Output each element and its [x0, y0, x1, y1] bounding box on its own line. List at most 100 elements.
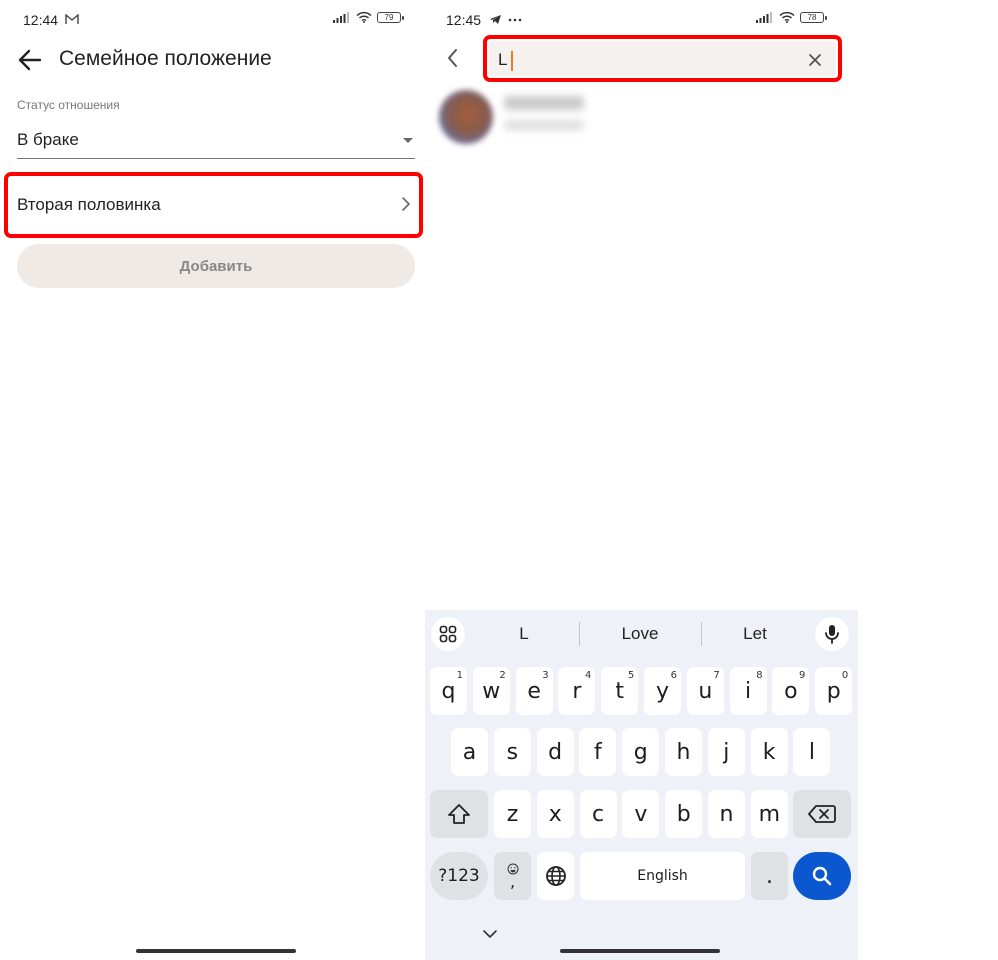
globe-icon [545, 866, 566, 886]
key-label: m [758, 801, 781, 827]
search-key[interactable] [793, 852, 851, 900]
home-indicator[interactable] [136, 949, 296, 953]
relationship-status-select[interactable]: В браке [17, 122, 415, 159]
text-cursor [511, 51, 513, 71]
battery-indicator: 79 [377, 11, 404, 23]
key-j[interactable]: j [707, 728, 745, 776]
relationship-status-label: Статус отношения [17, 98, 120, 112]
key-d[interactable]: d [536, 728, 574, 776]
key-hint: 6 [670, 670, 677, 681]
dropdown-caret-icon [403, 138, 413, 143]
partner-row-label: Вторая половинка [17, 195, 161, 214]
add-button[interactable]: Добавить [17, 244, 415, 288]
clear-icon[interactable] [806, 51, 824, 69]
key-hint: 8 [756, 670, 763, 681]
key-q[interactable]: q1 [430, 667, 467, 715]
key-y[interactable]: y6 [644, 667, 681, 715]
grid-icon [439, 625, 457, 643]
key-u[interactable]: u7 [686, 667, 724, 715]
key-b[interactable]: b [665, 790, 703, 838]
key-i[interactable]: i8 [729, 667, 767, 715]
status-time: 12:44 [23, 12, 59, 28]
home-indicator[interactable] [560, 949, 720, 953]
suggestion-1[interactable]: L [469, 624, 579, 644]
key-hint: 0 [841, 670, 849, 681]
shift-key[interactable] [430, 790, 488, 838]
key-t[interactable]: t5 [601, 667, 639, 715]
key-hint: 1 [456, 670, 463, 681]
search-icon [812, 866, 832, 886]
shift-icon [448, 804, 470, 824]
key-hint: 4 [585, 670, 592, 681]
key-l[interactable]: l [793, 728, 831, 776]
key-w[interactable]: w2 [472, 667, 510, 715]
key-p[interactable]: p0 [815, 667, 853, 715]
microphone-icon [825, 625, 839, 644]
key-label: w [482, 678, 501, 704]
key-s[interactable]: s [493, 728, 531, 776]
key-o[interactable]: o9 [772, 667, 810, 715]
key-c[interactable]: c [579, 790, 617, 838]
key-label: i [745, 678, 752, 704]
key-label: t [615, 678, 624, 704]
search-field[interactable] [489, 41, 836, 76]
hide-keyboard-icon[interactable] [482, 928, 498, 940]
keyboard: L Love Let q1w2e3r4t5y6u7i8o9p0 asdfghjk… [425, 610, 858, 960]
key-a[interactable]: a [451, 728, 488, 776]
suggestion-bar: L Love Let [425, 610, 858, 658]
key-hint: 3 [542, 670, 549, 681]
key-k[interactable]: k [750, 728, 788, 776]
language-key[interactable] [537, 852, 574, 900]
key-label: k [762, 739, 776, 765]
key-g[interactable]: g [622, 728, 660, 776]
key-r[interactable]: r4 [558, 667, 596, 715]
gmail-icon [65, 14, 79, 24]
search-result-item[interactable] [439, 90, 739, 146]
suggestion-2[interactable]: Love [585, 624, 695, 644]
key-f[interactable]: f [579, 728, 617, 776]
symbols-key[interactable]: ?123 [430, 852, 488, 900]
backspace-key[interactable] [793, 790, 851, 838]
key-label: s [506, 739, 519, 765]
key-label: l [808, 739, 815, 765]
search-input[interactable] [498, 48, 788, 72]
telegram-icon [490, 15, 501, 24]
key-label: u [698, 678, 713, 704]
more-dots-icon [508, 18, 522, 22]
key-m[interactable]: m [750, 790, 788, 838]
status-icons: 79 [333, 11, 404, 23]
key-label: a [462, 739, 477, 765]
key-n[interactable]: n [708, 790, 745, 838]
period-key[interactable]: . [751, 852, 788, 900]
space-key[interactable]: English [580, 852, 745, 900]
partner-row[interactable]: Вторая половинка [4, 172, 423, 238]
suggestion-3[interactable]: Let [700, 624, 810, 644]
key-label: o [784, 678, 798, 704]
status-bar: 12:45 78 [425, 0, 858, 40]
apps-grid-button[interactable] [431, 617, 465, 651]
emoji-comma-key[interactable]: , [494, 852, 531, 900]
key-label: d [548, 739, 563, 765]
key-x[interactable]: x [536, 790, 574, 838]
key-v[interactable]: v [622, 790, 660, 838]
signal-icon [756, 11, 772, 23]
key-label: p [826, 678, 841, 704]
back-chevron-icon[interactable] [445, 47, 461, 69]
key-h[interactable]: h [665, 728, 702, 776]
signal-icon [333, 11, 349, 23]
status-time: 12:45 [446, 12, 482, 28]
avatar [439, 90, 493, 144]
key-hint: 7 [713, 670, 720, 681]
key-hint: 9 [799, 670, 806, 681]
key-label: v [634, 801, 648, 827]
key-label: e [527, 678, 541, 704]
key-e[interactable]: e3 [515, 667, 553, 715]
left-screen: 12:44 79 Семейное положение Статус отнош… [0, 0, 430, 960]
voice-input-button[interactable] [815, 617, 849, 651]
key-label: f [594, 739, 602, 765]
key-label: x [548, 801, 562, 827]
back-arrow-icon[interactable] [16, 46, 44, 74]
key-hint: 2 [499, 670, 506, 681]
key-z[interactable]: z [494, 790, 531, 838]
battery-indicator: 78 [800, 11, 827, 23]
